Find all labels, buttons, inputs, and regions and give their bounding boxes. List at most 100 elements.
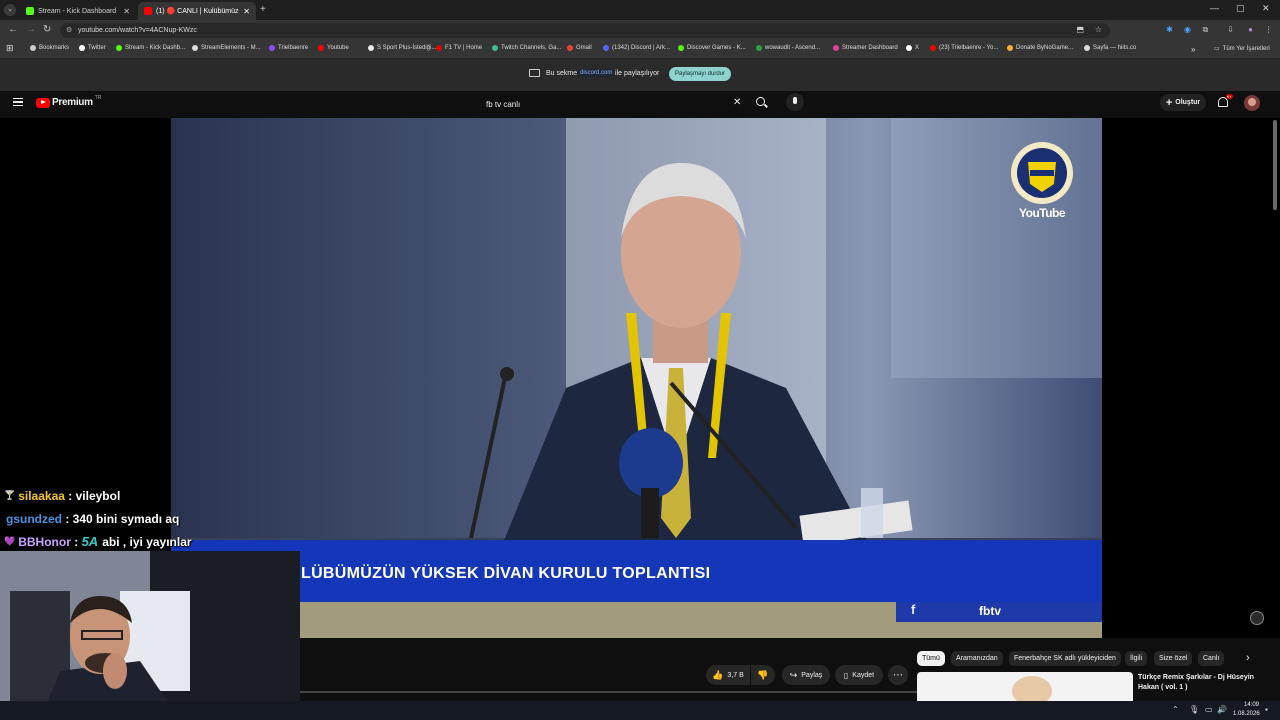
all-bookmarks-folder[interactable]: ▭ Tüm Yer İşaretleri: [1214, 45, 1270, 53]
close-tab-icon[interactable]: ✕: [119, 7, 130, 16]
bookmark-star-icon[interactable]: ☆: [1095, 25, 1102, 34]
bookmark-item[interactable]: Twitter: [79, 45, 106, 51]
youtube-logo[interactable]: Premium TR: [36, 95, 101, 108]
bookmark-item[interactable]: Youtube: [318, 45, 349, 51]
youtube-brand-text: Premium: [52, 97, 93, 108]
tab-title: (1) 🔴 CANLI | Kulübümüzü…: [156, 8, 239, 15]
downloads-icon[interactable]: ⇩: [1226, 25, 1235, 34]
bookmark-item[interactable]: (23) Trielbaenre - Yo...: [930, 45, 998, 51]
network-tray-icon[interactable]: ▭: [1205, 705, 1213, 714]
streamer-webcam: [0, 551, 300, 720]
bookmark-favicon-icon: [192, 45, 198, 51]
chip-from-uploader[interactable]: Fenerbahçe SK adlı yükleyiciden: [1009, 651, 1121, 666]
chip-all[interactable]: Tümü: [917, 651, 945, 666]
recommendation-title[interactable]: Türkçe Remix Şarkılar - Dj Hüseyin Hakan…: [1138, 673, 1268, 693]
maximize-window-icon[interactable]: ▢: [1236, 3, 1245, 14]
chip-related[interactable]: İlgili: [1125, 651, 1148, 666]
chat-badge-icon: 🍸: [4, 490, 16, 500]
new-tab-button[interactable]: +: [260, 4, 266, 15]
bookmark-item[interactable]: X: [906, 45, 919, 51]
screen-share-icon: [529, 69, 540, 77]
plus-icon: +: [1165, 96, 1173, 109]
youtube-play-icon: [36, 97, 50, 108]
tab-youtube-live[interactable]: (1) 🔴 CANLI | Kulübümüzü… ✕: [138, 2, 256, 20]
save-button[interactable]: ▯ Kaydet: [835, 665, 883, 685]
taskbar-time[interactable]: 14:09: [1244, 702, 1259, 708]
chips-next-icon[interactable]: ›: [1246, 652, 1250, 664]
reload-icon[interactable]: ↻: [43, 24, 51, 35]
share-button[interactable]: ↪ Paylaş: [782, 665, 830, 685]
extension-icon[interactable]: ◉: [1183, 25, 1192, 34]
profile-avatar-icon[interactable]: ●: [1246, 25, 1255, 34]
bookmark-item[interactable]: Sayfa — hiits.co: [1084, 45, 1136, 51]
search-icon[interactable]: [756, 97, 768, 108]
share-arrow-icon: ↪: [789, 669, 798, 680]
browser-menu-icon[interactable]: ⋮: [1264, 25, 1273, 34]
youtube-header: Premium TR fb tv canlı ✕ + Oluştur 9+: [0, 91, 1280, 118]
bookmark-item[interactable]: Discover Games - K...: [678, 45, 746, 51]
account-avatar[interactable]: [1244, 95, 1260, 111]
close-tab-icon[interactable]: ✕: [239, 7, 250, 16]
bookmark-favicon-icon: [79, 45, 85, 51]
taskbar-date[interactable]: 1.08.2026: [1233, 711, 1260, 717]
close-window-icon[interactable]: ✕: [1262, 3, 1270, 14]
page-scrollbar[interactable]: [1273, 120, 1277, 210]
address-bar[interactable]: ⚙ youtube.com/watch?v=4ACNup-KWzc ⬒ ☆: [60, 23, 1110, 38]
more-bookmarks-icon[interactable]: »: [1191, 45, 1195, 54]
back-icon[interactable]: ←: [8, 24, 18, 35]
tray-overflow-icon[interactable]: ⌃: [1172, 705, 1179, 714]
bookmark-item[interactable]: wowaudit - Ascend...: [756, 45, 820, 51]
apps-grid-icon[interactable]: ⊞: [6, 43, 14, 54]
webcam-frame: [0, 551, 300, 720]
bookmark-item[interactable]: S Sport Plus-İstediği...: [368, 45, 436, 51]
bookmark-favicon-icon: [567, 45, 573, 51]
microphone-tray-icon[interactable]: 🎙: [1189, 705, 1199, 714]
tab-search-icon[interactable]: ⌄: [4, 4, 16, 16]
bookmark-item[interactable]: Donate ByNoGame...: [1007, 45, 1073, 51]
create-button[interactable]: + Oluştur: [1160, 94, 1206, 111]
bookmark-item[interactable]: StreamElements - M...: [192, 45, 261, 51]
install-app-icon[interactable]: ⬒: [1076, 25, 1084, 34]
clear-search-icon[interactable]: ✕: [733, 97, 741, 108]
bookmark-item[interactable]: Trielbaenre: [269, 45, 308, 51]
video-player[interactable]: YouTube LÜBÜMÜZÜN YÜKSEK DİVAN KURULU TO…: [171, 118, 1102, 638]
chat-badge-icon: 💜: [4, 536, 16, 546]
voice-search-icon[interactable]: [786, 93, 804, 111]
chip-for-you[interactable]: Size özel: [1154, 651, 1193, 666]
hamburger-menu-icon[interactable]: [13, 98, 23, 106]
folder-icon: ▭: [1214, 46, 1220, 52]
search-input[interactable]: fb tv canlı: [478, 94, 748, 114]
notification-badge: 9+: [1226, 94, 1233, 99]
bookmark-item[interactable]: Twitch Channels, Ga...: [492, 45, 561, 51]
bookmark-item[interactable]: Stream - Kick Dashb...: [116, 45, 185, 51]
more-actions-button[interactable]: ⋯: [888, 665, 908, 685]
volume-tray-icon[interactable]: 🔊: [1217, 705, 1227, 714]
bookmark-item[interactable]: (1342) Discord | Ark...: [603, 45, 670, 51]
recommendation-thumbnail[interactable]: [917, 672, 1133, 701]
video-watermark-text: YouTube: [1019, 206, 1066, 220]
chat-username: silaakaa: [18, 488, 65, 503]
like-button[interactable]: 👍 3,7 B: [706, 665, 750, 685]
bookmark-label: Youtube: [327, 45, 349, 51]
tab-kick-dashboard[interactable]: Stream - Kick Dashboard ✕: [20, 2, 136, 20]
chip-live[interactable]: Canlı: [1198, 651, 1225, 666]
site-info-icon[interactable]: ⚙: [66, 26, 72, 34]
minimize-window-icon[interactable]: —: [1210, 3, 1219, 13]
stop-sharing-button[interactable]: Paylaşmayı durdur: [669, 67, 732, 81]
bookmark-item[interactable]: Gmail: [567, 45, 592, 51]
bookmark-item[interactable]: F1 TV | Home: [436, 45, 482, 51]
bookmark-label: (23) Trielbaenre - Yo...: [939, 45, 999, 51]
forward-icon[interactable]: →: [26, 24, 36, 35]
dislike-button[interactable]: 👎: [751, 665, 775, 685]
channel-watermark-icon[interactable]: [1250, 611, 1264, 625]
bookmark-favicon-icon: [833, 45, 839, 51]
stream-chat-overlay: 🍸 silaakaa : vileybol gsundzed : 340 bin…: [0, 484, 300, 553]
extensions-puzzle-icon[interactable]: ⧉: [1201, 25, 1210, 34]
bookmark-item[interactable]: Bookmarks: [30, 45, 69, 51]
bookmark-favicon-icon: [603, 45, 609, 51]
lower-third-title: LÜBÜMÜZÜN YÜKSEK DİVAN KURULU TOPLANTISI: [301, 565, 711, 582]
bookmark-item[interactable]: Streamer Dashboard: [833, 45, 898, 51]
extension-icon[interactable]: ✱: [1165, 25, 1174, 34]
chip-from-search[interactable]: Aramanızdan: [951, 651, 1003, 666]
notification-center-icon[interactable]: ▪: [1265, 705, 1268, 714]
